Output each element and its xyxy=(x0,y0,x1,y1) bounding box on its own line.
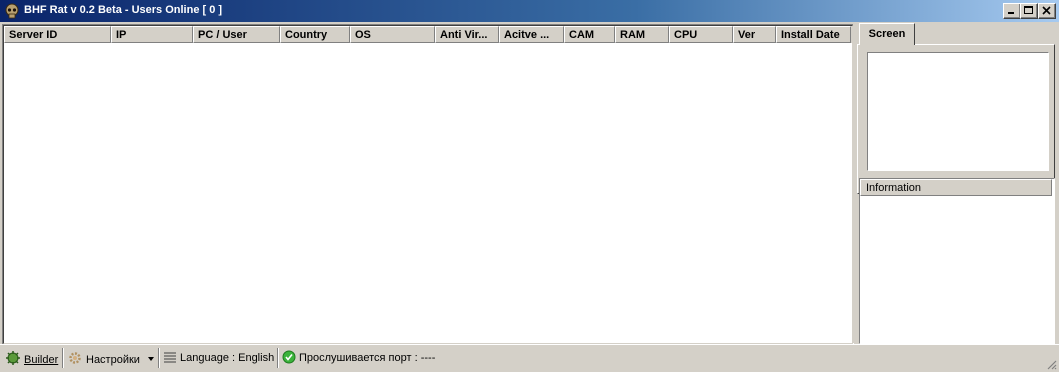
column-header-cam[interactable]: CAM xyxy=(564,26,615,43)
status-separator xyxy=(158,348,160,368)
column-header-ram[interactable]: RAM xyxy=(615,26,669,43)
maximize-button[interactable] xyxy=(1020,3,1038,19)
column-header-install-date[interactable]: Install Date xyxy=(776,26,851,43)
skull-icon xyxy=(4,3,20,19)
check-circle-icon xyxy=(282,350,296,364)
port-status: Прослушивается порт : ---- xyxy=(282,350,435,366)
right-panel: Screen Information xyxy=(857,22,1057,344)
column-header-antivirus[interactable]: Anti Vir... xyxy=(435,26,499,43)
port-label: Прослушивается порт : ---- xyxy=(299,352,436,364)
language-label: Language : English xyxy=(180,352,275,364)
column-header-os[interactable]: OS xyxy=(350,26,435,43)
chevron-down-icon xyxy=(148,357,154,361)
column-header-active-window[interactable]: Acitve ... xyxy=(499,26,564,43)
title-bar[interactable]: BHF Rat v 0.2 Beta - Users Online [ 0 ] xyxy=(0,0,1059,22)
screen-preview xyxy=(867,52,1049,171)
column-header-ip[interactable]: IP xyxy=(111,26,193,43)
column-header-country[interactable]: Country xyxy=(280,26,350,43)
builder-button[interactable]: Builder xyxy=(5,350,58,366)
settings-label: Настройки xyxy=(86,354,140,366)
close-button[interactable] xyxy=(1038,3,1056,19)
status-bar: Builder Настройки Language : English Про… xyxy=(0,344,1059,372)
status-separator xyxy=(62,348,64,368)
resize-grip-icon[interactable] xyxy=(1045,358,1057,370)
column-header-cpu[interactable]: CPU xyxy=(669,26,733,43)
list-lines-icon xyxy=(164,352,176,363)
gear-icon xyxy=(69,352,81,364)
language-item[interactable]: Language : English xyxy=(163,350,274,366)
column-header-pc-user[interactable]: PC / User xyxy=(193,26,280,43)
maximize-icon xyxy=(1024,6,1033,14)
status-separator xyxy=(277,348,279,368)
information-header[interactable]: Information xyxy=(860,179,1052,196)
clients-list[interactable]: Server ID IP PC / User Country OS Anti V… xyxy=(2,24,854,345)
minimize-icon xyxy=(1008,12,1014,14)
tab-screen[interactable]: Screen xyxy=(859,23,915,45)
builder-icon xyxy=(6,351,20,365)
information-panel: Information xyxy=(859,178,1055,344)
window-title: BHF Rat v 0.2 Beta - Users Online [ 0 ] xyxy=(24,4,223,16)
close-icon xyxy=(1042,6,1051,15)
settings-dropdown[interactable]: Настройки xyxy=(67,350,158,366)
column-header-server-id[interactable]: Server ID xyxy=(4,26,111,43)
column-header-ver[interactable]: Ver xyxy=(733,26,776,43)
minimize-button[interactable] xyxy=(1003,3,1021,19)
list-header: Server ID IP PC / User Country OS Anti V… xyxy=(4,26,852,43)
builder-label: Builder xyxy=(24,354,59,366)
